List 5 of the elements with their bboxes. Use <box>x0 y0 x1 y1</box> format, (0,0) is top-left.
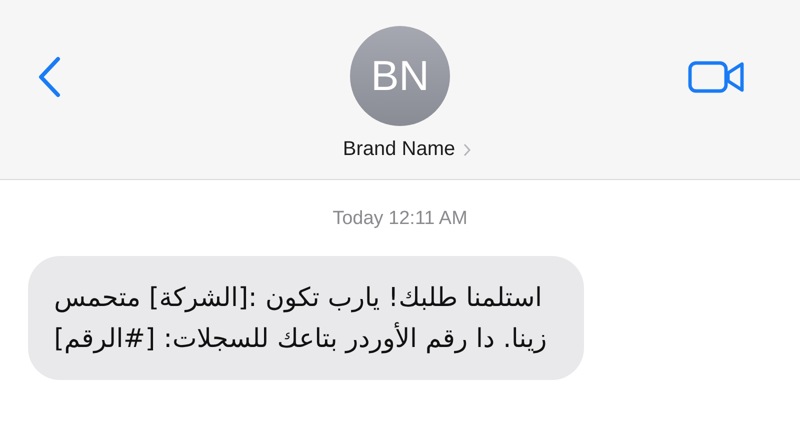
contact-name[interactable]: Brand Name <box>342 138 456 161</box>
chevron-icon <box>463 142 472 156</box>
back-icon[interactable] <box>36 56 62 98</box>
message-bubble: استلمنا طلبك! يارب تكون :[الشركة] متحمس زينا. دا رقم الأوردر بتاعك للسجلات: [#الرقم] <box>28 256 584 380</box>
message-timestamp: Today 12:11 AM <box>332 208 468 230</box>
